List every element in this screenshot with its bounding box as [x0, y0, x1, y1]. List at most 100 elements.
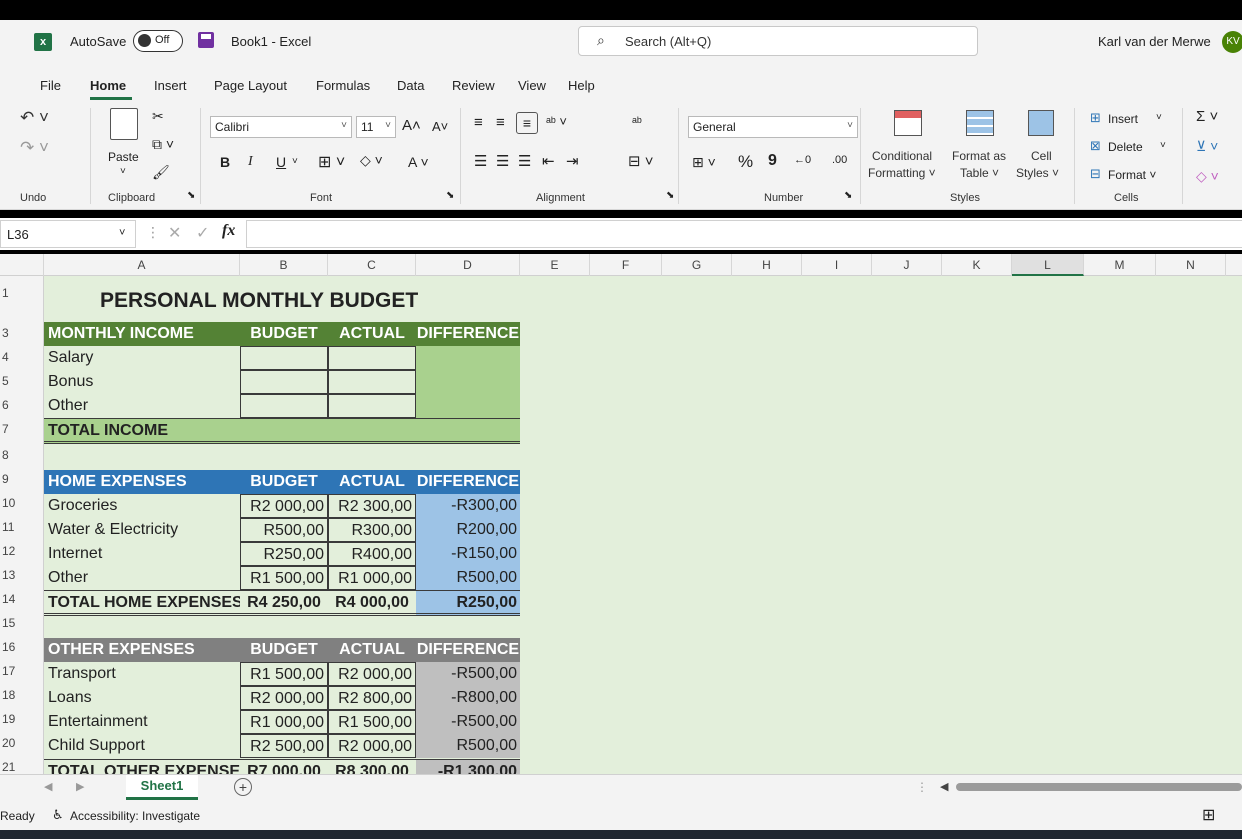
hscroll-left-icon[interactable]: ◀: [940, 780, 948, 793]
other-total-actual[interactable]: R8 300,00: [328, 759, 416, 774]
cell-styles-label-2[interactable]: Styles ˅: [1016, 166, 1059, 180]
comma-button[interactable]: 9: [768, 152, 777, 170]
income-difference-fill[interactable]: [416, 346, 520, 418]
income-budget-cell[interactable]: [240, 346, 328, 370]
column-header-m[interactable]: M: [1084, 254, 1156, 276]
conditional-formatting-icon[interactable]: [894, 110, 922, 136]
other-header-label[interactable]: OTHER EXPENSES: [44, 638, 240, 662]
row-header[interactable]: 15: [0, 616, 43, 630]
income-actual-cell[interactable]: [328, 346, 416, 370]
other-header-actual[interactable]: ACTUAL: [328, 638, 416, 662]
income-total-label[interactable]: TOTAL INCOME: [44, 418, 520, 444]
other-item-difference[interactable]: R500,00: [416, 734, 520, 758]
horizontal-scrollbar-thumb[interactable]: [956, 783, 1242, 791]
row-header[interactable]: 20: [0, 736, 43, 750]
other-item-difference[interactable]: -R500,00: [416, 662, 520, 686]
home-item-actual[interactable]: R1 000,00: [328, 566, 416, 590]
number-launcher-icon[interactable]: ⬊: [844, 190, 852, 201]
row-header[interactable]: 17: [0, 664, 43, 678]
home-item-difference[interactable]: R500,00: [416, 566, 520, 590]
row-header[interactable]: 10: [0, 496, 43, 510]
home-item-difference[interactable]: R200,00: [416, 518, 520, 542]
delete-cells-icon[interactable]: ⊠: [1090, 138, 1101, 154]
delete-dropdown-icon[interactable]: ˅: [1160, 140, 1166, 151]
other-item-label[interactable]: Entertainment: [44, 710, 240, 734]
percent-button[interactable]: %: [738, 152, 753, 172]
insert-cells-icon[interactable]: ⊞: [1090, 110, 1101, 126]
other-total-difference[interactable]: -R1 300,00: [416, 759, 520, 774]
other-item-budget[interactable]: R1 000,00: [240, 710, 328, 734]
other-item-actual[interactable]: R2 000,00: [328, 662, 416, 686]
row-header[interactable]: 16: [0, 640, 43, 654]
home-item-actual[interactable]: R300,00: [328, 518, 416, 542]
income-actual-cell[interactable]: [328, 394, 416, 418]
column-header-g[interactable]: G: [662, 254, 732, 276]
menu-page-layout[interactable]: Page Layout: [214, 78, 287, 93]
other-item-label[interactable]: Transport: [44, 662, 240, 686]
row-header[interactable]: 3: [0, 326, 43, 340]
column-header-e[interactable]: E: [520, 254, 590, 276]
other-total-budget[interactable]: R7 000,00: [240, 759, 328, 774]
cut-icon[interactable]: ✂: [152, 108, 164, 125]
borders-icon[interactable]: ⊞ ˅: [318, 152, 345, 172]
column-header-d[interactable]: D: [416, 254, 520, 276]
row-header[interactable]: 21: [0, 760, 43, 774]
income-header-difference[interactable]: DIFFERENCE: [416, 322, 520, 346]
menu-formulas[interactable]: Formulas: [316, 78, 370, 93]
row-header[interactable]: 18: [0, 688, 43, 702]
home-item-difference[interactable]: -R150,00: [416, 542, 520, 566]
autosave-toggle[interactable]: Off: [133, 30, 183, 52]
search-box[interactable]: ⌕ Search (Alt+Q): [578, 26, 978, 56]
alignment-launcher-icon[interactable]: ⬊: [666, 190, 674, 201]
align-right-icon[interactable]: ☰: [518, 152, 531, 170]
row-header[interactable]: 4: [0, 350, 43, 364]
paste-icon[interactable]: [110, 108, 138, 140]
other-item-actual[interactable]: R2 800,00: [328, 686, 416, 710]
home-total-label[interactable]: TOTAL HOME EXPENSES: [44, 590, 240, 616]
other-header-difference[interactable]: DIFFERENCE: [416, 638, 520, 662]
home-total-budget[interactable]: R4 250,00: [240, 590, 328, 616]
income-header-budget[interactable]: BUDGET: [240, 322, 328, 346]
clipboard-launcher-icon[interactable]: ⬊: [187, 190, 195, 201]
menu-review[interactable]: Review: [452, 78, 495, 93]
home-item-budget[interactable]: R250,00: [240, 542, 328, 566]
income-item-salary[interactable]: Salary: [44, 346, 240, 370]
increase-font-icon[interactable]: A˄: [402, 117, 421, 134]
row-header[interactable]: 19: [0, 712, 43, 726]
accessibility-icon[interactable]: ♿: [52, 807, 64, 823]
row-header[interactable]: 1: [0, 286, 43, 300]
column-header-i[interactable]: I: [802, 254, 872, 276]
home-header-difference[interactable]: DIFFERENCE: [416, 470, 520, 494]
home-item-budget[interactable]: R2 000,00: [240, 494, 328, 518]
home-item-label[interactable]: Water & Electricity: [44, 518, 240, 542]
menu-view[interactable]: View: [518, 78, 546, 93]
italic-button[interactable]: I: [248, 154, 253, 170]
home-item-label[interactable]: Internet: [44, 542, 240, 566]
underline-button[interactable]: U: [276, 154, 286, 170]
redo-icon[interactable]: ↷ ˅: [20, 138, 49, 158]
home-header-actual[interactable]: ACTUAL: [328, 470, 416, 494]
format-as-table-icon[interactable]: [966, 110, 994, 136]
cell-styles-label-1[interactable]: Cell: [1031, 149, 1052, 163]
save-icon[interactable]: [198, 32, 214, 48]
font-color-icon[interactable]: A ˅: [408, 154, 429, 170]
home-item-label[interactable]: Other: [44, 566, 240, 590]
income-item-bonus[interactable]: Bonus: [44, 370, 240, 394]
font-launcher-icon[interactable]: ⬊: [446, 190, 454, 201]
other-item-difference[interactable]: -R800,00: [416, 686, 520, 710]
align-bottom-icon[interactable]: ≡: [516, 112, 538, 134]
column-header-f[interactable]: F: [590, 254, 662, 276]
font-size-dropdown[interactable]: 11 ˅: [356, 116, 396, 138]
decrease-indent-icon[interactable]: ⇤: [542, 152, 555, 170]
align-left-icon[interactable]: ☰: [474, 152, 487, 170]
menu-insert[interactable]: Insert: [154, 78, 187, 93]
format-cells-button[interactable]: Format ˅: [1108, 168, 1156, 182]
user-name[interactable]: Karl van der Merwe: [1098, 34, 1211, 49]
font-name-dropdown[interactable]: Calibri ˅: [210, 116, 352, 138]
cell-styles-icon[interactable]: [1028, 110, 1054, 136]
other-item-label[interactable]: Child Support: [44, 734, 240, 758]
row-header[interactable]: 11: [0, 520, 43, 534]
align-center-icon[interactable]: ☰: [496, 152, 509, 170]
merge-center-icon[interactable]: ⊟ ˅: [628, 152, 654, 170]
underline-dropdown-icon[interactable]: ˅: [292, 156, 298, 167]
